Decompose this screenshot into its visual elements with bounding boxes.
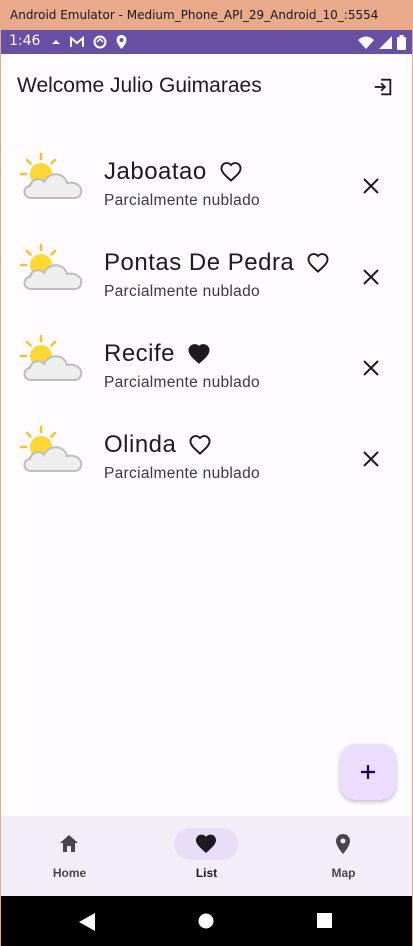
- city-name: Pontas De Pedra: [104, 249, 295, 276]
- nav-list-label: List: [195, 866, 218, 880]
- city-list-item[interactable]: Recife Parcialmente nublado: [1, 324, 412, 415]
- city-weather-description: Parcialmente nublado: [104, 374, 260, 391]
- city-weather-description: Parcialmente nublado: [104, 283, 260, 300]
- nav-list[interactable]: List: [138, 816, 275, 896]
- status-time: 1:46: [9, 33, 41, 49]
- logout-icon[interactable]: [372, 76, 394, 98]
- city-list-item[interactable]: Jaboatao Parcialmente nublado: [1, 142, 412, 233]
- app-bar: Welcome Julio Guimaraes: [1, 54, 412, 118]
- partly-cloudy-icon: [19, 152, 83, 199]
- city-name: Recife: [104, 340, 176, 367]
- add-city-button[interactable]: [340, 744, 396, 800]
- bottom-navigation: Home List Map: [1, 816, 412, 896]
- close-icon[interactable]: [360, 357, 382, 379]
- heart-filled-icon[interactable]: [185, 341, 213, 367]
- signal-icon: [379, 35, 392, 49]
- partly-cloudy-icon: [19, 334, 83, 381]
- close-icon[interactable]: [360, 175, 382, 197]
- window-titlebar: Android Emulator - Medium_Phone_API_29_A…: [0, 0, 413, 30]
- back-icon[interactable]: [79, 913, 95, 931]
- gmail-icon: [70, 36, 84, 47]
- nav-home[interactable]: Home: [1, 816, 138, 896]
- add-icon: [361, 765, 375, 779]
- nav-map[interactable]: Map: [275, 816, 412, 896]
- page-title: Welcome Julio Guimaraes: [17, 74, 262, 97]
- heart-icon: [196, 834, 216, 853]
- nav-map-label: Map: [331, 866, 356, 880]
- wifi-icon: [358, 36, 374, 49]
- close-icon[interactable]: [360, 266, 382, 288]
- recents-icon[interactable]: [317, 913, 332, 928]
- city-name: Jaboatao: [104, 158, 207, 185]
- map-pin-icon: [336, 834, 350, 854]
- heart-outline-icon[interactable]: [217, 159, 245, 185]
- city-name: Olinda: [104, 431, 177, 458]
- partly-cloudy-icon: [19, 243, 83, 290]
- city-weather-description: Parcialmente nublado: [104, 192, 260, 209]
- notification-icon: [52, 40, 60, 44]
- location-icon: [116, 35, 127, 49]
- battery-icon: [397, 34, 406, 50]
- system-navigation-bar: [1, 896, 412, 946]
- heart-outline-icon[interactable]: [186, 432, 214, 458]
- city-list-item[interactable]: Pontas De Pedra Parcialmente nublado: [1, 233, 412, 324]
- sync-icon: [93, 35, 107, 49]
- close-icon[interactable]: [360, 448, 382, 470]
- nav-home-label: Home: [52, 866, 87, 880]
- city-weather-description: Parcialmente nublado: [104, 465, 260, 482]
- city-list-item[interactable]: Olinda Parcialmente nublado: [1, 415, 412, 506]
- partly-cloudy-icon: [19, 425, 83, 472]
- status-bar: 1:46: [1, 30, 412, 54]
- device-screen: 1:46 Welcome Julio Guimaraes Jaboatao Pa…: [1, 30, 412, 946]
- heart-outline-icon[interactable]: [304, 250, 332, 276]
- window-title: Android Emulator - Medium_Phone_API_29_A…: [10, 8, 379, 22]
- home-icon: [60, 835, 78, 852]
- home-circle-icon[interactable]: [198, 913, 214, 929]
